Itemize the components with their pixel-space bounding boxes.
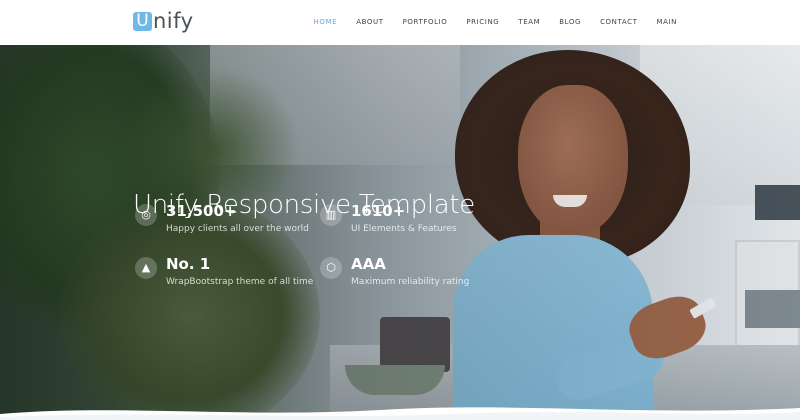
bar-chart-icon: ▥ bbox=[320, 204, 342, 226]
logo[interactable]: U nify bbox=[133, 9, 194, 33]
stat-ui-elements: ▥ 1610+ UI Elements & Features bbox=[320, 202, 457, 234]
nav-main[interactable]: MAIN bbox=[656, 17, 677, 27]
stat-number: AAA bbox=[351, 255, 386, 273]
shield-icon: ⬡ bbox=[320, 257, 342, 279]
stat-rating: ⬡ AAA Maximum reliability rating bbox=[320, 255, 469, 287]
stat-description: WrapBootstrap theme of all time bbox=[166, 277, 314, 287]
stat-description: UI Elements & Features bbox=[351, 224, 457, 234]
nav-home[interactable]: HOME bbox=[314, 17, 338, 27]
nav-pricing[interactable]: PRICING bbox=[466, 17, 499, 27]
logo-mark: U bbox=[133, 11, 152, 31]
nav-blog[interactable]: BLOG bbox=[559, 17, 581, 27]
nav-contact[interactable]: CONTACT bbox=[600, 17, 637, 27]
nav-team[interactable]: TEAM bbox=[518, 17, 540, 27]
stat-clients: ◎ 31,500+ Happy clients all over the wor… bbox=[135, 202, 309, 234]
stat-description: Happy clients all over the world bbox=[166, 224, 309, 234]
pyramid-icon: ▲ bbox=[135, 257, 157, 279]
stat-number: No. 1 bbox=[166, 255, 211, 273]
hero-bottom-wave bbox=[0, 407, 800, 420]
globe-icon: ◎ bbox=[135, 204, 157, 226]
main-nav: HOME ABOUT PORTFOLIO PRICING TEAM BLOG C… bbox=[295, 17, 677, 27]
stat-number: 1610+ bbox=[351, 202, 406, 220]
navbar: U nify HOME ABOUT PORTFOLIO PRICING TEAM… bbox=[0, 0, 800, 45]
nav-portfolio[interactable]: PORTFOLIO bbox=[403, 17, 448, 27]
hero-section: Unify Responsive Template ◎ 31,500+ Happ… bbox=[0, 45, 800, 420]
logo-text: nify bbox=[153, 9, 194, 33]
stat-description: Maximum reliability rating bbox=[351, 277, 470, 287]
stat-number: 31,500+ bbox=[166, 202, 237, 220]
nav-about[interactable]: ABOUT bbox=[356, 17, 383, 27]
stat-rank: ▲ No. 1 WrapBootstrap theme of all time bbox=[135, 255, 313, 287]
